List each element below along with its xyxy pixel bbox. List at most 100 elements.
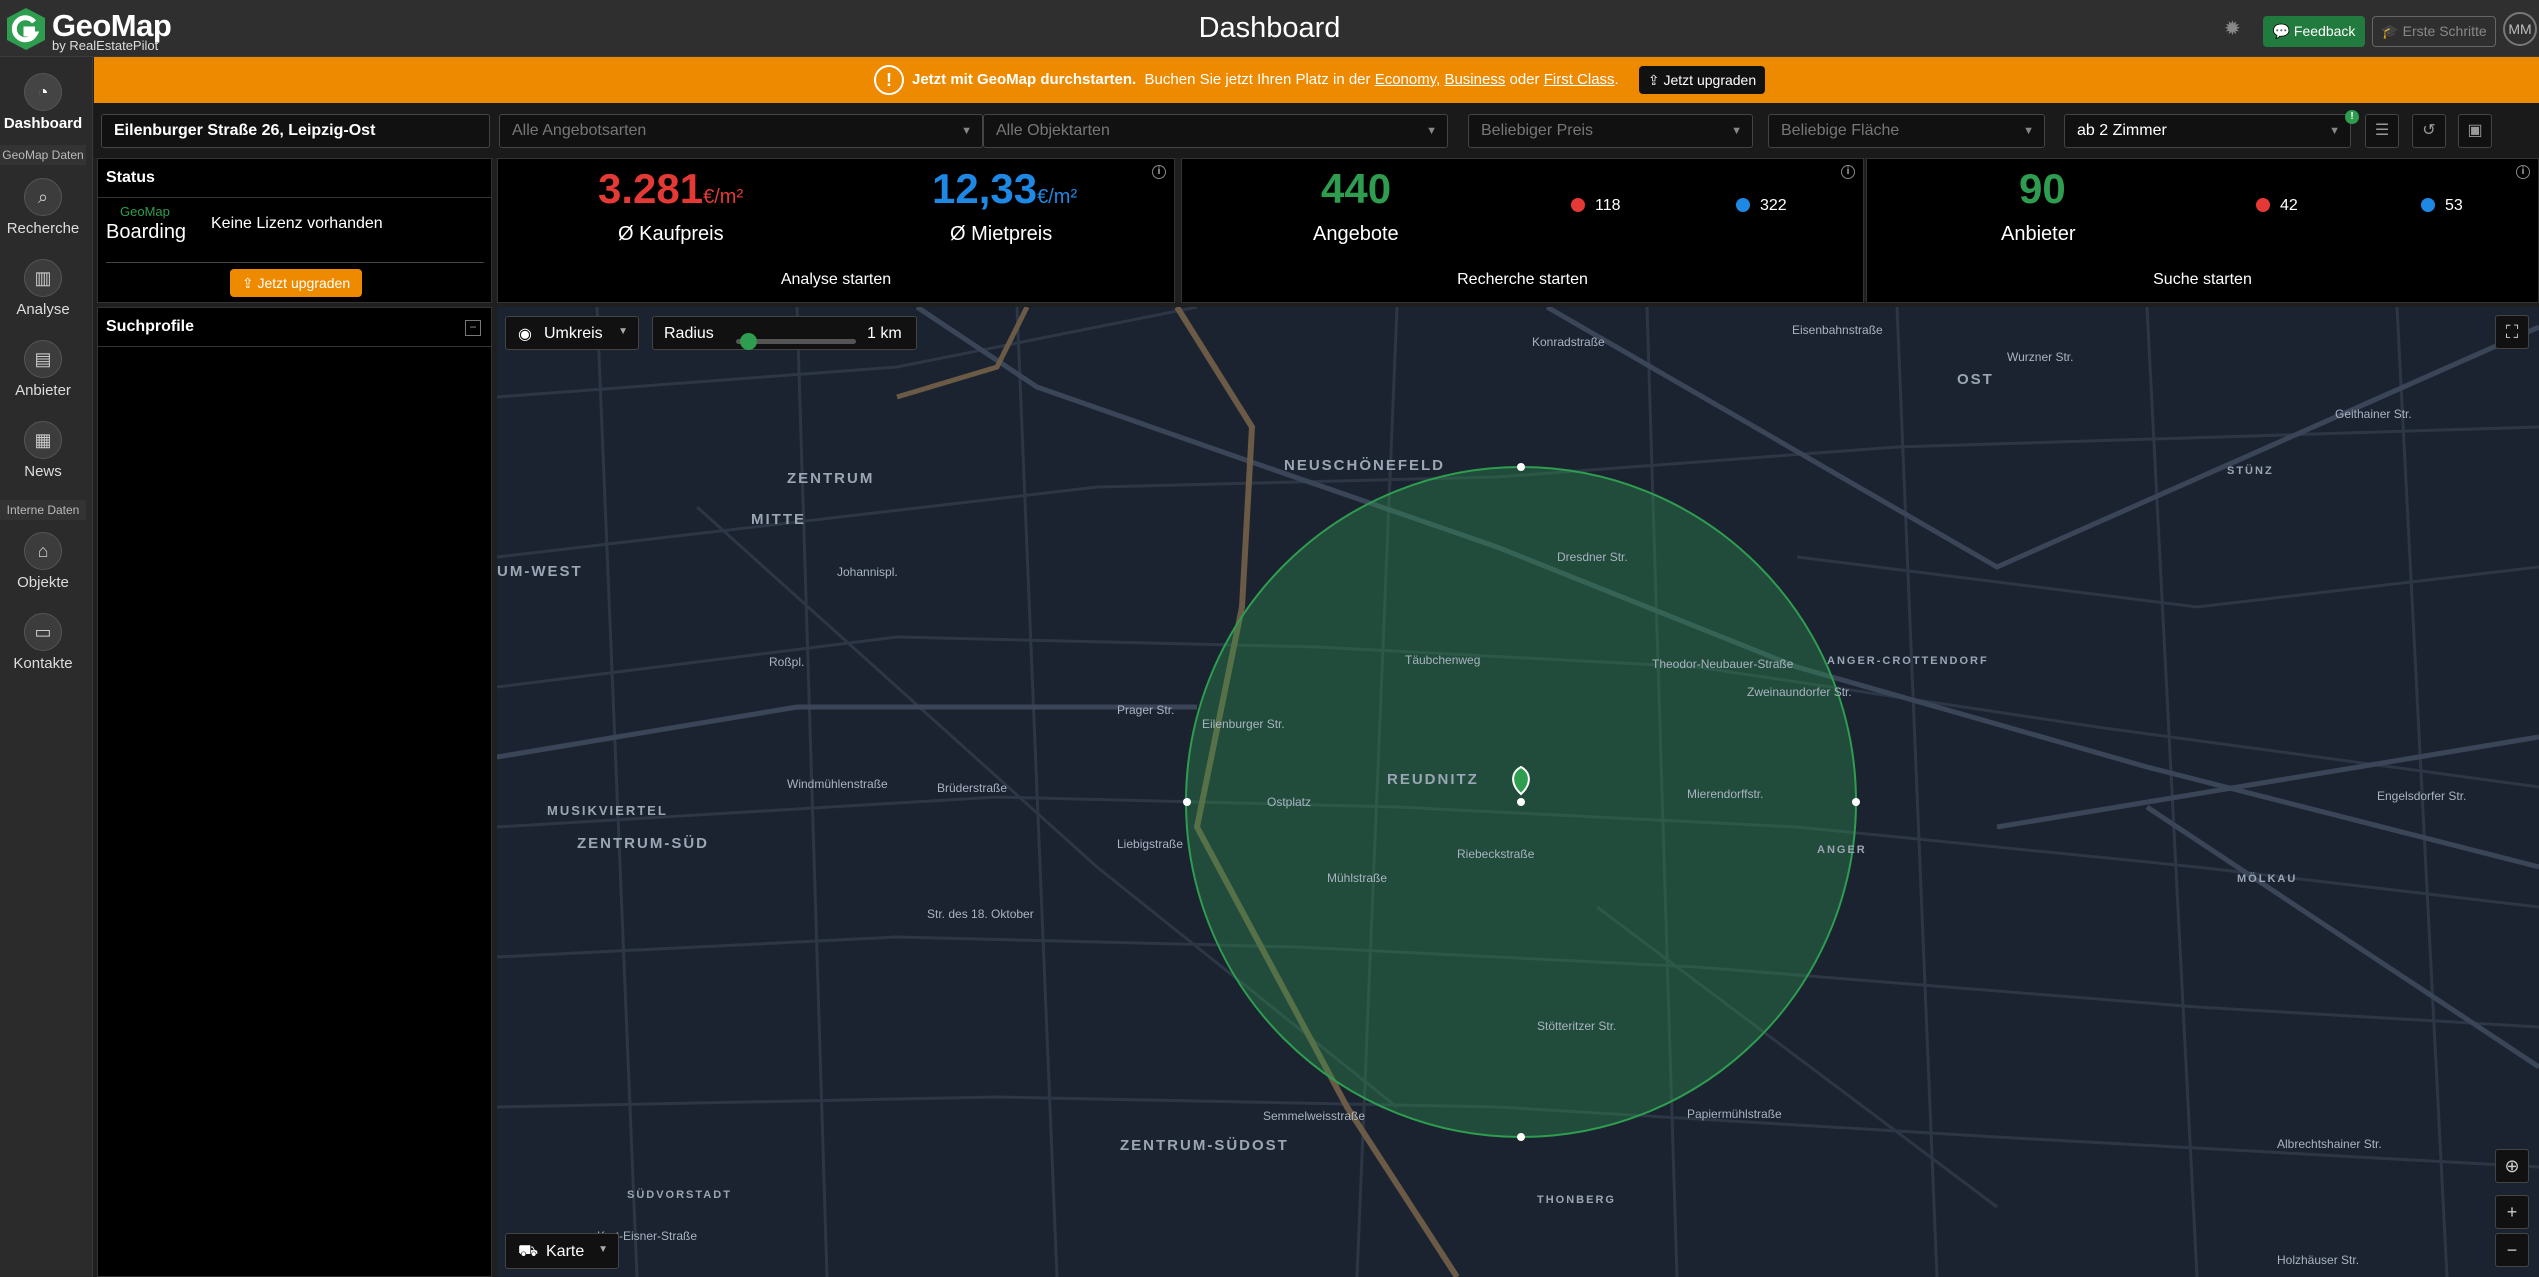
banner-body: Buchen Sie jetzt Ihren Platz in der [1144, 71, 1371, 88]
radius-label: Radius [664, 325, 714, 342]
chevron-down-icon: ▼ [618, 326, 628, 337]
collapse-icon[interactable]: − [465, 320, 481, 336]
district-label: OST [1957, 371, 1994, 388]
filter-settings-button[interactable]: ☰ [2365, 114, 2399, 148]
zoom-in-button[interactable]: + [2495, 1195, 2529, 1229]
sidebar: ◔ Dashboard GeoMap Daten ⌕ Recherche ▥ A… [0, 57, 93, 1277]
banner-link-first-class[interactable]: First Class [1544, 71, 1615, 88]
plus-icon: + [2506, 1202, 2518, 1222]
street-label: Engelsdorfer Str. [2377, 789, 2467, 803]
chat-icon: 💬 [2272, 23, 2291, 39]
rent-price-number: 12,33 [932, 165, 1038, 212]
status-license: Keine Lizenz vorhanden [211, 215, 383, 232]
rooms-select[interactable]: ab 2 Zimmer ▼ [2064, 114, 2351, 148]
providers-count: 90 [2019, 165, 2066, 212]
layer-select[interactable]: ⛟ Karte ▼ [505, 1233, 619, 1269]
sidebar-item-news[interactable]: ▦ News [0, 421, 86, 480]
street-label: Theodor-Neubauer-Straße [1652, 657, 1794, 671]
search-profiles-title: Suchprofile [106, 318, 195, 335]
area-select[interactable]: Beliebige Fläche ▼ [1768, 114, 2045, 148]
sidebar-item-anbieter[interactable]: ▤ Anbieter [0, 340, 86, 399]
address-input[interactable]: Eilenburger Straße 26, Leipzig-Ost [101, 114, 490, 148]
first-steps-button[interactable]: 🎓 Erste Schritte [2372, 16, 2496, 47]
search-profiles-panel: Suchprofile − [97, 307, 492, 1277]
object-type-select[interactable]: Alle Objektarten ▼ [983, 114, 1448, 148]
bug-report-icon[interactable]: ✹ [2224, 19, 2246, 39]
offers-blue-value: 322 [1760, 197, 1787, 214]
offers-label: Angebote [1313, 223, 1399, 245]
blue-dot-icon [2421, 198, 2435, 212]
map-roads [497, 307, 2539, 1277]
start-search-link[interactable]: Suche starten [1867, 271, 2538, 289]
reset-filters-button[interactable]: ↺ [2412, 114, 2446, 148]
info-icon[interactable]: i [1152, 165, 1166, 179]
status-product: GeoMap [120, 204, 170, 219]
radio-target-icon: ◉ [518, 326, 532, 343]
banner-text: Jetzt mit GeoMap durchstarten. Buchen Si… [912, 71, 1619, 88]
building-icon: ▤ [24, 340, 62, 378]
sidebar-label-recherche: Recherche [6, 220, 80, 237]
feedback-button[interactable]: 💬 Feedback [2263, 16, 2365, 47]
chevron-down-icon: ▼ [1426, 125, 1437, 137]
status-upgrade-button[interactable]: ⇪ Jetzt upgraden [230, 269, 362, 297]
save-search-button[interactable]: ▣ [2458, 114, 2492, 148]
start-research-link[interactable]: Recherche starten [1182, 271, 1863, 289]
sidebar-item-dashboard[interactable]: ◔ Dashboard [0, 73, 86, 132]
chevron-down-icon: ▼ [2023, 125, 2034, 137]
banner-link-business[interactable]: Business [1444, 71, 1505, 88]
offers-red-count: 118 [1571, 197, 1621, 215]
banner-dot: . [1614, 71, 1619, 88]
offers-red-value: 118 [1595, 197, 1621, 214]
sidebar-item-objekte[interactable]: ⌂ Objekte [0, 532, 86, 591]
sliders-icon: ☰ [2374, 122, 2390, 139]
avatar[interactable]: MM [2503, 12, 2537, 46]
divider [98, 346, 491, 347]
locate-button[interactable]: ⊕ [2495, 1149, 2529, 1183]
providers-blue-value: 53 [2445, 197, 2463, 214]
offer-type-select[interactable]: Alle Angebotsarten ▼ [499, 114, 983, 148]
sidebar-item-recherche[interactable]: ⌕ Recherche [0, 178, 86, 237]
street-label: Semmelweisstraße [1263, 1109, 1366, 1123]
banner-upgrade-button[interactable]: ⇪ Jetzt upgraden [1639, 66, 1765, 94]
chevron-down-icon: ▼ [1731, 125, 1742, 137]
offer-type-value: Alle Angebotsarten [512, 122, 647, 139]
reset-icon: ↺ [2422, 122, 2436, 139]
banner-link-economy[interactable]: Economy, [1375, 71, 1441, 88]
upload-icon: ⇪ [241, 275, 254, 291]
radius-slider-handle[interactable] [740, 333, 758, 350]
street-label: Täubchenweg [1405, 653, 1481, 667]
sidebar-item-kontakte[interactable]: ▭ Kontakte [0, 613, 86, 672]
sidebar-item-analyse[interactable]: ▥ Analyse [0, 259, 86, 318]
street-label: Zweinaundorfer Str. [1747, 685, 1852, 699]
map-mode-select[interactable]: ◉ Umkreis ▼ [505, 316, 639, 350]
district-label: REUDNITZ [1387, 771, 1479, 788]
district-label: ZENTRUM [787, 470, 875, 487]
filter-bar: Eilenburger Straße 26, Leipzig-Ost Alle … [94, 103, 2539, 158]
rooms-value: ab 2 Zimmer [2077, 122, 2167, 139]
banner-upgrade-label: Jetzt upgraden [1663, 72, 1757, 88]
district-label: ANGER-CROTTENDORF [1827, 655, 1989, 667]
zoom-out-button[interactable]: − [2495, 1233, 2529, 1267]
start-analysis-link[interactable]: Analyse starten [498, 271, 1174, 289]
street-label: Mierendorffstr. [1687, 787, 1764, 801]
info-icon[interactable]: i [2516, 165, 2530, 179]
divider [98, 197, 491, 198]
info-icon[interactable]: i [1841, 165, 1855, 179]
street-label: Roßpl. [769, 655, 805, 669]
dashboard-icon: ◔ [24, 73, 62, 111]
street-label: Mühlstraße [1327, 871, 1388, 885]
district-label: MITTE [751, 511, 806, 528]
map-view[interactable]: ZENTRUM MITTE NEUSCHÖNEFELD OST UM-WEST … [497, 307, 2539, 1277]
divider [106, 262, 484, 263]
chevron-down-icon: ▼ [598, 1244, 608, 1255]
district-label: THONBERG [1537, 1194, 1616, 1206]
fullscreen-button[interactable]: ⛶ [2495, 315, 2529, 349]
price-select[interactable]: Beliebiger Preis ▼ [1468, 114, 1753, 148]
radius-control: Radius 1 km [652, 316, 917, 350]
object-type-value: Alle Objektarten [996, 122, 1110, 139]
street-label: Johannispl. [837, 565, 898, 579]
upload-icon: ⇪ [1647, 72, 1660, 88]
street-label: Konradstraße [1532, 335, 1605, 349]
red-dot-icon [2256, 198, 2270, 212]
sidebar-label-kontakte: Kontakte [13, 655, 73, 672]
